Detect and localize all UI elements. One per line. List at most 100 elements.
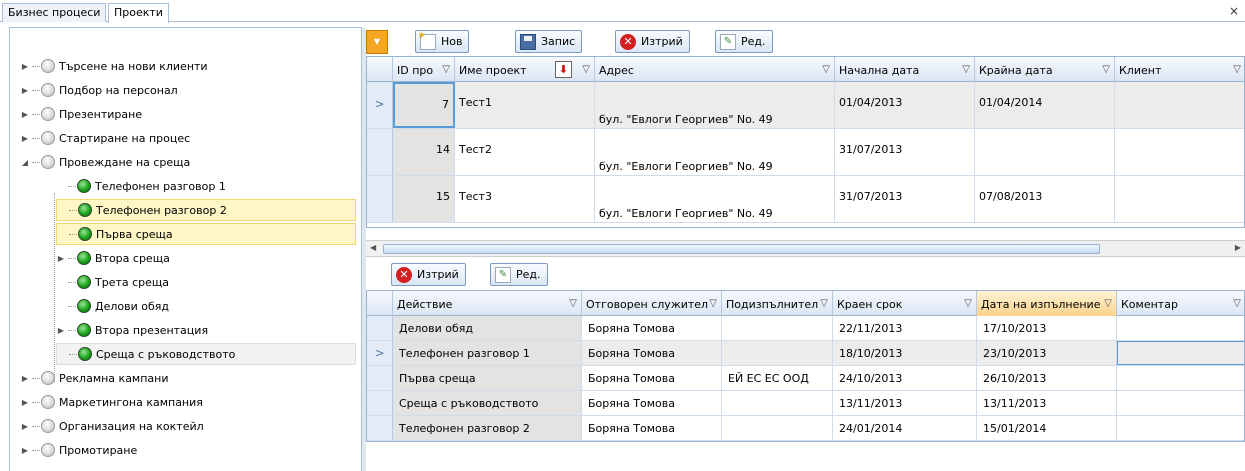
tab-business-processes[interactable]: Бизнес процеси: [2, 3, 107, 22]
expanded-arrow-icon[interactable]: ◢: [20, 158, 30, 167]
current-row-icon[interactable]: >: [367, 341, 393, 365]
col-header-comment[interactable]: Коментар ▽: [1117, 291, 1244, 316]
tab-projects[interactable]: Проекти: [108, 3, 169, 23]
col-header-address[interactable]: Адрес ▽: [595, 57, 835, 82]
cell-deadline[interactable]: 13/11/2013: [833, 391, 977, 415]
save-button[interactable]: Запис: [515, 30, 583, 53]
col-header-responsible[interactable]: Отговорен служител ▽: [582, 291, 722, 316]
cell-comment[interactable]: [1117, 416, 1244, 440]
expand-arrow-icon[interactable]: ▶: [20, 86, 30, 95]
cell-deadline[interactable]: 22/11/2013: [833, 316, 977, 340]
cell-address[interactable]: бул. "Евлоги Георгиев" No. 49: [595, 129, 835, 175]
projects-hscrollbar[interactable]: ◀ ▶: [366, 240, 1245, 257]
table-row[interactable]: Среща с ръководството Боряна Томова 13/11/…: [367, 391, 1244, 416]
cell-deadline[interactable]: 18/10/2013: [833, 341, 977, 365]
cell-client[interactable]: [1115, 82, 1244, 128]
cell-id[interactable]: 15: [393, 176, 455, 222]
table-row[interactable]: Първа среща Боряна Томова ЕЙ ЕС ЕС ООД 24/1…: [367, 366, 1244, 391]
cell-end[interactable]: [975, 129, 1115, 175]
filter-icon[interactable]: ▽: [1102, 64, 1110, 75]
tree-node[interactable]: ▶ Втора среща: [56, 247, 170, 269]
scroll-thumb[interactable]: [383, 244, 1100, 254]
row-indicator[interactable]: [367, 316, 393, 340]
cell-responsible[interactable]: Боряна Томова: [582, 391, 722, 415]
tree-node[interactable]: ▶ Организация на коктейл: [20, 415, 204, 437]
tree-node[interactable]: ▶ Търсене на нови клиенти: [20, 55, 208, 77]
table-row[interactable]: Делови обяд Боряна Томова 22/11/2013 17/10/…: [367, 316, 1244, 341]
cell-done[interactable]: 17/10/2013: [977, 316, 1117, 340]
cell-action[interactable]: Среща с ръководството: [393, 391, 582, 415]
filter-icon[interactable]: ▽: [582, 64, 590, 75]
cell-sub[interactable]: [722, 341, 833, 365]
expand-arrow-icon[interactable]: ▶: [20, 110, 30, 119]
col-header-deadline[interactable]: Краен срок ▽: [833, 291, 977, 316]
cell-action[interactable]: Телефонен разговор 2: [393, 416, 582, 440]
scroll-right-icon[interactable]: ▶: [1235, 243, 1241, 252]
tree-node[interactable]: Телефонен разговор 1: [56, 175, 226, 197]
cell-responsible[interactable]: Боряна Томова: [582, 316, 722, 340]
sort-down-icon[interactable]: ⬇: [555, 61, 572, 78]
edit-button[interactable]: ✎ Ред.: [715, 30, 773, 53]
tree-node[interactable]: ▶ Подбор на персонал: [20, 79, 178, 101]
menu-dropdown-icon[interactable]: ▼: [366, 30, 388, 54]
cell-action[interactable]: Делови обяд: [393, 316, 582, 340]
expand-arrow-icon[interactable]: ▶: [56, 254, 66, 263]
expand-arrow-icon[interactable]: ▶: [20, 62, 30, 71]
cell-comment[interactable]: [1117, 316, 1244, 340]
expand-arrow-icon[interactable]: ▶: [20, 422, 30, 431]
cell-responsible[interactable]: Боряна Томова: [582, 416, 722, 440]
filter-icon[interactable]: ▽: [962, 64, 970, 75]
cell-address[interactable]: бул. "Евлоги Георгиев" No. 49: [595, 176, 835, 222]
cell-client[interactable]: [1115, 176, 1244, 222]
table-row[interactable]: Телефонен разговор 2 Боряна Томова 24/01/2…: [367, 416, 1244, 441]
filter-icon[interactable]: ▽: [442, 64, 450, 75]
row-indicator[interactable]: [367, 129, 393, 175]
cell-name[interactable]: Тест3: [455, 176, 595, 222]
actions-edit-button[interactable]: ✎ Ред.: [490, 263, 548, 286]
cell-sub[interactable]: ЕЙ ЕС ЕС ООД: [722, 366, 833, 390]
table-row[interactable]: >7 Тест1 бул. "Евлоги Георгиев" No. 49 01/0…: [367, 82, 1244, 129]
cell-deadline[interactable]: 24/01/2014: [833, 416, 977, 440]
tree-node[interactable]: ▶ Презентиране: [20, 103, 142, 125]
table-row[interactable]: 14 Тест2 бул. "Евлоги Георгиев" No. 49 31/0…: [367, 129, 1244, 176]
cell-start[interactable]: 31/07/2013: [835, 129, 975, 175]
filter-icon[interactable]: ▽: [964, 298, 972, 309]
col-header-start[interactable]: Начална дата ▽: [835, 57, 975, 82]
scroll-left-icon[interactable]: ◀: [370, 243, 376, 252]
close-icon[interactable]: ×: [1229, 4, 1239, 18]
tree-node[interactable]: ▶ Рекламна кампани: [20, 367, 169, 389]
row-indicator[interactable]: [367, 391, 393, 415]
cell-comment[interactable]: [1117, 391, 1244, 415]
cell-id[interactable]: 14: [393, 129, 455, 175]
cell-start[interactable]: 31/07/2013: [835, 176, 975, 222]
col-header-name[interactable]: Име проект ⬇ ▽: [455, 57, 595, 82]
filter-icon[interactable]: ▽: [1233, 64, 1241, 75]
table-row[interactable]: > Телефонен разговор 1 Боряна Томова 18/10/…: [367, 341, 1244, 366]
cell-name[interactable]: Тест2: [455, 129, 595, 175]
expand-arrow-icon[interactable]: ▶: [20, 374, 30, 383]
expand-arrow-icon[interactable]: ▶: [56, 326, 66, 335]
cell-sub[interactable]: [722, 416, 833, 440]
tree-node[interactable]: ▶ Стартиране на процес: [20, 127, 190, 149]
current-row-icon[interactable]: >: [367, 82, 393, 128]
tree-node[interactable]: Трета среща: [56, 271, 169, 293]
cell-done[interactable]: 23/10/2013: [977, 341, 1117, 365]
filter-icon[interactable]: ▽: [709, 298, 717, 309]
table-row[interactable]: 15 Тест3 бул. "Евлоги Георгиев" No. 49 31/0…: [367, 176, 1244, 223]
cell-comment[interactable]: [1117, 341, 1244, 365]
new-button[interactable]: Нов: [415, 29, 470, 53]
col-header-subcontractor[interactable]: Подизпълнител ▽: [722, 291, 833, 316]
cell-action[interactable]: Първа среща: [393, 366, 582, 390]
cell-done[interactable]: 13/11/2013: [977, 391, 1117, 415]
row-indicator[interactable]: [367, 366, 393, 390]
cell-deadline[interactable]: 24/10/2013: [833, 366, 977, 390]
expand-arrow-icon[interactable]: ▶: [20, 446, 30, 455]
row-indicator[interactable]: [367, 176, 393, 222]
cell-action[interactable]: Телефонен разговор 1: [393, 341, 582, 365]
cell-done[interactable]: 26/10/2013: [977, 366, 1117, 390]
cell-id[interactable]: 7: [393, 82, 455, 128]
col-header-client[interactable]: Клиент ▽: [1115, 57, 1244, 82]
cell-responsible[interactable]: Боряна Томова: [582, 366, 722, 390]
cell-start[interactable]: 01/04/2013: [835, 82, 975, 128]
cell-end[interactable]: 01/04/2014: [975, 82, 1115, 128]
